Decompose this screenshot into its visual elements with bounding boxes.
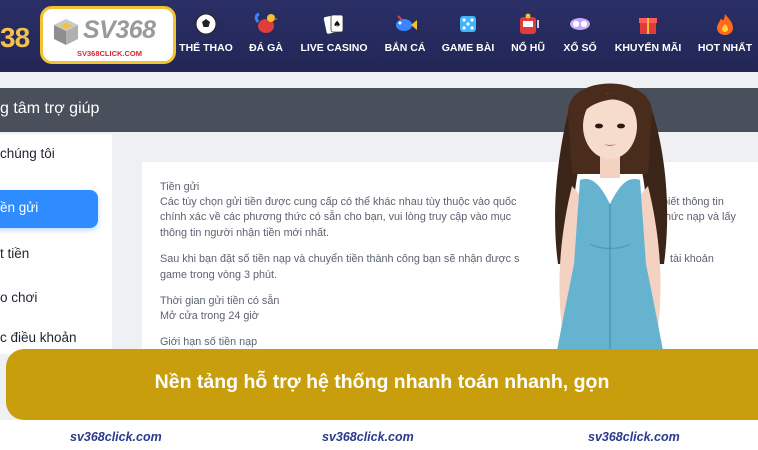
sidebar-item-deposit[interactable]: ền gửi [0,190,98,228]
nav-label: GAME BÀI [441,42,495,54]
nav-item-the-thao[interactable]: THỂ THAO [176,12,236,60]
rooster-icon [254,12,278,33]
gift-icon [639,18,657,34]
nav-label: LIVE CASINO [300,42,368,54]
nav-label: KHUYẾN MÃI [614,42,682,54]
model-woman-illustration [555,83,668,356]
help-sidebar: chúng tôi ền gửi t tiền o chơi c điều kh… [0,134,112,354]
dice-icon [460,16,476,32]
nav-label: HOT NHẤT [697,42,753,54]
soccer-ball-icon [195,13,217,35]
nav-item-khuyen-mai[interactable]: KHUYẾN MÃI [612,12,684,60]
nav-item-game-bai[interactable]: GAME BÀI [438,12,498,60]
content-line: Các tùy chọn gửi tiền được cung cấp có t… [160,196,517,208]
sidebar-item-terms[interactable]: c điều khoản [0,330,77,345]
fish-icon [396,15,417,31]
nav-item-xo-so[interactable]: XỔ SỐ [556,12,604,60]
content-line: Mở cửa trong 24 giờ [160,310,259,322]
nav-item-live-casino[interactable]: ♠ LIVE CASINO [296,12,372,60]
nav-item-da-ga[interactable]: ĐÁ GÀ [236,12,296,60]
footer-link[interactable]: sv368click.com [322,430,414,444]
content-heading: Tiền gửi [160,181,200,193]
nav-label: BẮN CÁ [384,42,426,54]
svg-text:♠: ♠ [333,20,341,30]
top-navigation-bar: 38 SV368 SV368CLICK.COM THỂ THAO ĐÁ GÀ ♠… [0,0,758,72]
nav-item-hot-nhat[interactable]: HOT NHẤT [694,12,756,60]
page-title: g tâm trợ giúp [0,100,100,117]
content-line: chính xác về các phương thức có sẵn cho … [160,211,512,223]
content-line: Sau khi bạn đặt số tiền nạp và chuyển ti… [160,253,520,265]
content-line: thông tin người nhận tiền mới nhất. [160,227,330,239]
sidebar-item-withdraw[interactable]: t tiền [0,246,29,261]
footer-bar: sv368click.com sv368click.com sv368click… [0,420,758,450]
nav-label: XỔ SỐ [563,42,597,54]
partial-logo-text: 38 [0,22,30,53]
cube-logo-icon [54,19,78,45]
fire-icon [717,14,733,35]
logo-url: SV368CLICK.COM [77,49,143,58]
content-line: game trong vòng 3 phút. [160,269,278,281]
footer-link[interactable]: sv368click.com [588,430,680,444]
footer-link[interactable]: sv368click.com [70,430,162,444]
sidebar-item-about-us[interactable]: chúng tôi [0,146,55,161]
nav-label: ĐÁ GÀ [249,42,283,54]
content-line: Thời gian gửi tiền có sẵn [160,295,280,307]
nav-item-ban-ca[interactable]: BẮN CÁ [378,12,432,60]
nav-label: NỔ HŨ [511,42,545,54]
sidebar-item-how-to-play[interactable]: o chơi [0,290,37,305]
banner-text: Nền tảng hỗ trợ hệ thống nhanh toán nhan… [154,371,610,393]
lottery-balls-icon [570,18,590,30]
playing-cards-icon: ♠ [323,14,344,34]
nav-label: THỂ THAO [179,42,233,54]
slot-machine-icon [520,13,539,34]
nav-item-no-hu[interactable]: NỔ HŨ [504,12,552,60]
promo-banner: Nền tảng hỗ trợ hệ thống nhanh toán nhan… [6,349,758,420]
site-logo[interactable]: SV368 SV368CLICK.COM [40,6,176,64]
logo-wordmark: SV368 [83,16,156,44]
